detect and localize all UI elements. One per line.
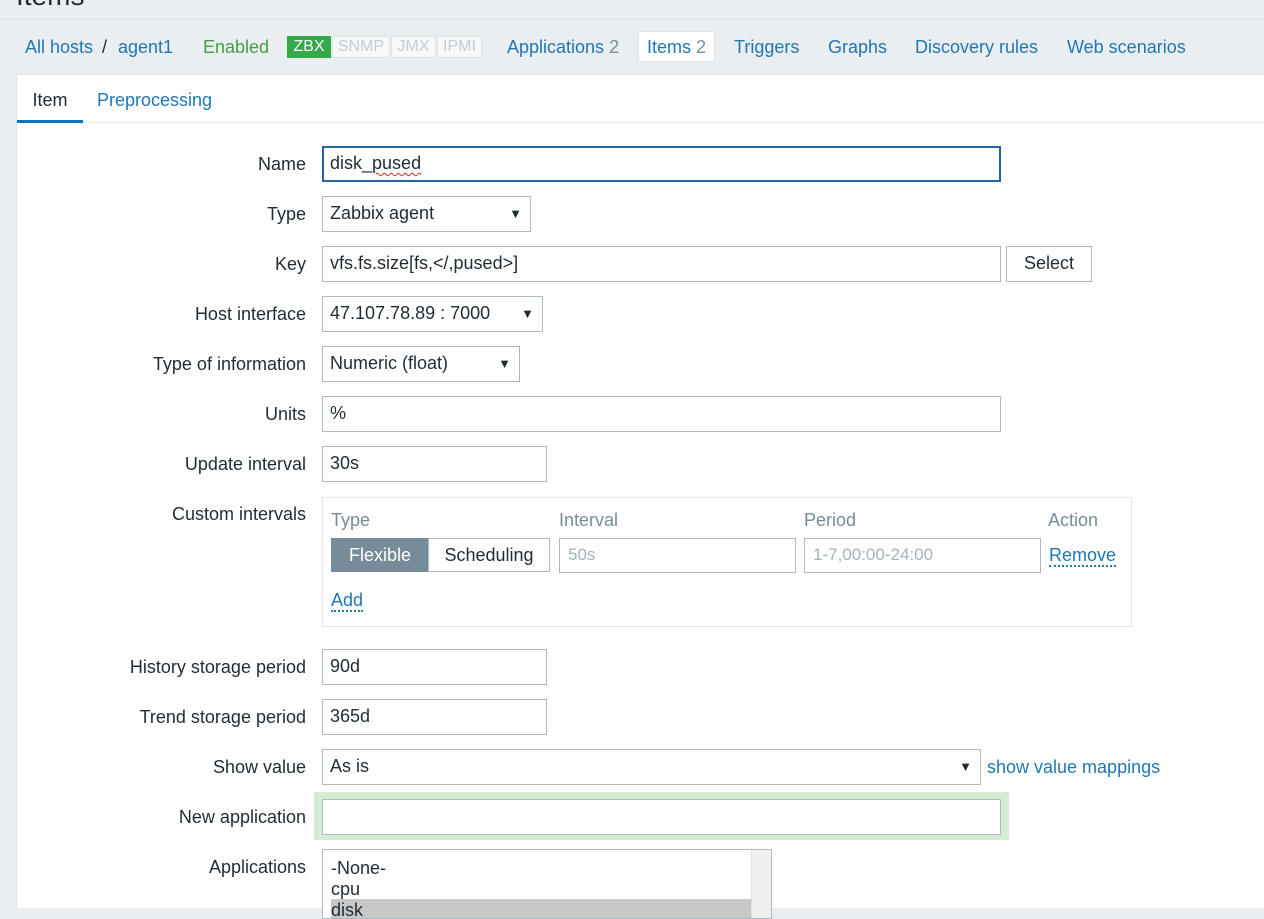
application-option[interactable]: cpu — [331, 878, 360, 900]
ci-add-link[interactable]: Add — [331, 590, 364, 612]
host-interface-value: 47.107.78.89 : 7000 — [330, 303, 491, 323]
listbox-scrollbar[interactable] — [751, 850, 771, 918]
items-link[interactable]: Items 2 — [647, 36, 706, 58]
host-status[interactable]: Enabled — [203, 36, 269, 58]
units-input[interactable]: % — [322, 396, 1001, 432]
history-storage-input[interactable]: 90d — [322, 649, 547, 685]
trend-storage-input[interactable]: 365d — [322, 699, 547, 735]
name-value-misspelled: pused — [372, 153, 422, 173]
web-scenarios-link[interactable]: Web scenarios — [1067, 36, 1186, 58]
active-tab-indicator — [17, 120, 83, 123]
update-interval-input[interactable]: 30s — [322, 446, 547, 482]
host-navigation: All hosts / agent1 Enabled ZBX SNMP JMX … — [0, 24, 1264, 70]
applications-link-label: Applications — [507, 37, 605, 57]
dropdown-arrow-icon: ▼ — [521, 306, 534, 321]
breadcrumb-separator: / — [102, 37, 108, 57]
host-interface-select[interactable]: 47.107.78.89 : 7000 ▼ — [322, 296, 543, 332]
applications-label: Applications — [208, 857, 306, 877]
tab-preprocessing[interactable]: Preprocessing — [97, 89, 212, 111]
page-title: Items — [16, 0, 84, 10]
ci-remove-link[interactable]: Remove — [1049, 545, 1117, 567]
ci-period-input[interactable]: 1-7,00:00-24:00 — [804, 538, 1041, 573]
ci-header-action: Action — [1048, 510, 1099, 530]
ci-header-interval: Interval — [559, 510, 619, 530]
ci-header-type: Type — [331, 510, 371, 530]
custom-intervals-label: Custom intervals — [171, 504, 306, 524]
type-select[interactable]: Zabbix agent ▼ — [322, 196, 531, 232]
new-application-input[interactable] — [322, 799, 1001, 835]
tab-item[interactable]: Item — [17, 89, 83, 111]
applications-link[interactable]: Applications 2 — [507, 36, 619, 58]
dropdown-arrow-icon: ▼ — [959, 759, 972, 774]
name-input[interactable]: disk_pused — [322, 146, 1001, 182]
trend-storage-label: Trend storage period — [139, 707, 306, 727]
type-of-information-label: Type of information — [152, 354, 306, 374]
key-label: Key — [274, 254, 306, 274]
history-storage-label: History storage period — [129, 657, 306, 677]
type-value: Zabbix agent — [330, 203, 435, 223]
application-option-selected[interactable]: disk — [331, 899, 751, 918]
host-interface-label: Host interface — [194, 304, 306, 324]
zbx-status-badge: ZBX — [287, 36, 331, 58]
host-link[interactable]: agent1 — [118, 36, 173, 58]
graphs-link[interactable]: Graphs — [828, 36, 887, 58]
dropdown-arrow-icon: ▼ — [509, 206, 522, 221]
items-count: 2 — [696, 37, 707, 57]
jmx-status-badge: JMX — [391, 36, 436, 58]
form-tabs: Item Preprocessing — [17, 75, 1264, 123]
name-label: Name — [257, 154, 306, 174]
custom-intervals-table: Type Interval Period Action Flexible Sch… — [322, 497, 1132, 627]
applications-count: 2 — [609, 37, 620, 57]
type-label: Type — [266, 204, 306, 224]
all-hosts-link[interactable]: All hosts — [25, 36, 93, 58]
update-interval-label: Update interval — [184, 454, 306, 474]
show-value-label: Show value — [212, 757, 306, 777]
show-value-select[interactable]: As is ▼ — [322, 749, 981, 785]
discovery-rules-link[interactable]: Discovery rules — [915, 36, 1038, 58]
units-label: Units — [264, 404, 306, 424]
show-value-mappings-link[interactable]: show value mappings — [987, 756, 1160, 778]
ci-header-period: Period — [804, 510, 857, 530]
ci-interval-input[interactable]: 50s — [559, 538, 796, 573]
application-option[interactable]: -None- — [331, 857, 386, 879]
scheduling-toggle[interactable]: Scheduling — [428, 538, 550, 572]
ipmi-status-badge: IPMI — [437, 36, 482, 58]
key-input[interactable]: vfs.fs.size[fs,</,pused>] — [322, 246, 1001, 282]
flexible-toggle[interactable]: Flexible — [331, 538, 429, 572]
applications-listbox[interactable]: -None- cpu disk — [322, 849, 772, 919]
new-application-label: New application — [178, 807, 306, 827]
snmp-status-badge: SNMP — [332, 36, 390, 58]
show-value-value: As is — [330, 756, 370, 776]
items-link-label: Items — [647, 37, 692, 57]
type-of-information-value: Numeric (float) — [330, 353, 449, 373]
name-value-prefix: disk_ — [330, 153, 373, 173]
type-of-information-select[interactable]: Numeric (float) ▼ — [322, 346, 520, 382]
header-divider — [0, 18, 1264, 19]
key-select-button[interactable]: Select — [1006, 246, 1092, 282]
dropdown-arrow-icon: ▼ — [498, 356, 511, 371]
triggers-link[interactable]: Triggers — [734, 36, 799, 58]
